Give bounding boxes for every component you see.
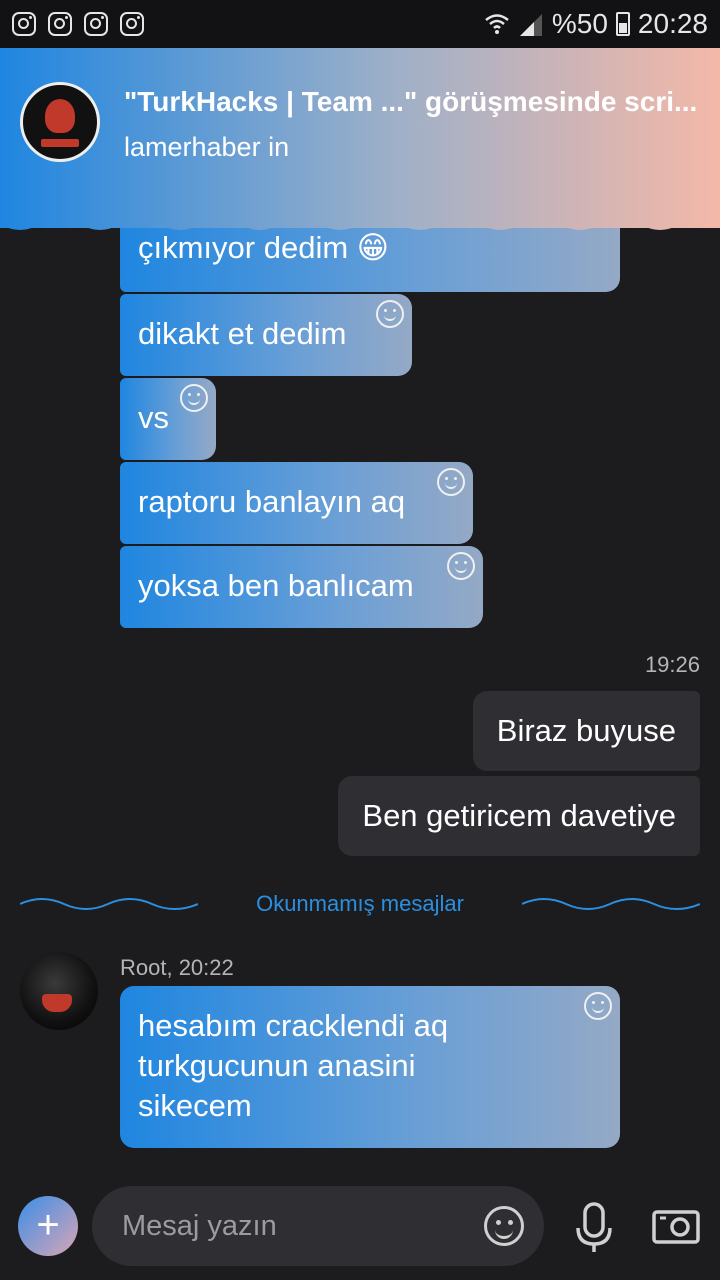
wave-line-icon [522,898,700,910]
banner-wave-edge [0,212,720,230]
message-text: vs [138,400,169,435]
unread-label: Okunmamış mesajlar [256,891,464,916]
react-emoji-icon[interactable] [180,384,208,412]
own-message-bubble[interactable]: Ben getiricem davetiye [338,776,700,856]
wave-line-icon [20,898,198,910]
message-line: hesabım cracklendi aq [138,1008,449,1043]
message-text: yoksa ben banlıcam [138,568,414,603]
message-bubble[interactable]: raptoru banlayın aq [120,462,473,544]
message-text: raptoru banlayın aq [138,484,406,519]
composer-bar: + [0,1178,720,1280]
notification-subtitle: lamerhaber in [124,132,290,162]
message-line: turkgucunun anasini [138,1048,416,1083]
instagram-icon [84,12,108,36]
react-emoji-icon[interactable] [437,468,465,496]
message-bubble[interactable]: dikakt et dedim [120,294,412,376]
unread-divider: Okunmamış mesajlar [20,884,700,924]
instagram-icon [120,12,144,36]
react-emoji-icon[interactable] [447,552,475,580]
group-avatar [20,82,100,162]
status-bar: %50 20:28 [0,0,720,48]
microphone-icon[interactable] [572,1202,616,1254]
message-time: 19:26 [644,652,700,677]
react-emoji-icon[interactable] [584,992,612,1020]
battery-icon [615,12,630,36]
message-input[interactable] [122,1186,472,1266]
camera-icon[interactable] [652,1206,700,1246]
emoji-icon[interactable] [484,1206,524,1246]
message-line: sikecem [138,1088,252,1123]
message-bubble[interactable]: yoksa ben banlıcam [120,546,483,628]
message-bubble[interactable]: hesabım cracklendi aq turkgucunun anasin… [120,986,620,1148]
add-button[interactable]: + [18,1196,78,1256]
wifi-icon [485,14,509,34]
avatar[interactable] [20,952,98,1030]
clock: 20:28 [637,8,708,39]
instagram-icon [48,12,72,36]
battery-percent: %50 [551,8,608,39]
notification-title: "TurkHacks | Team ..." görüşmesinde scri… [124,86,698,117]
notification-icons [12,12,144,36]
sender-label: Root, 20:22 [120,955,234,980]
instagram-icon [12,12,36,36]
message-text: dikakt et dedim [138,316,347,351]
own-message-bubble[interactable]: Biraz buyuse [472,691,700,771]
signal-icon [519,14,542,36]
message-text: Ben getiricem davetiye [362,798,676,833]
notification-banner[interactable]: "TurkHacks | Team ..." görüşmesinde scri… [0,48,720,228]
message-input-container[interactable] [92,1186,544,1266]
message-text: Biraz buyuse [496,713,676,748]
message-bubble[interactable]: vs [120,378,216,460]
react-emoji-icon[interactable] [376,300,404,328]
